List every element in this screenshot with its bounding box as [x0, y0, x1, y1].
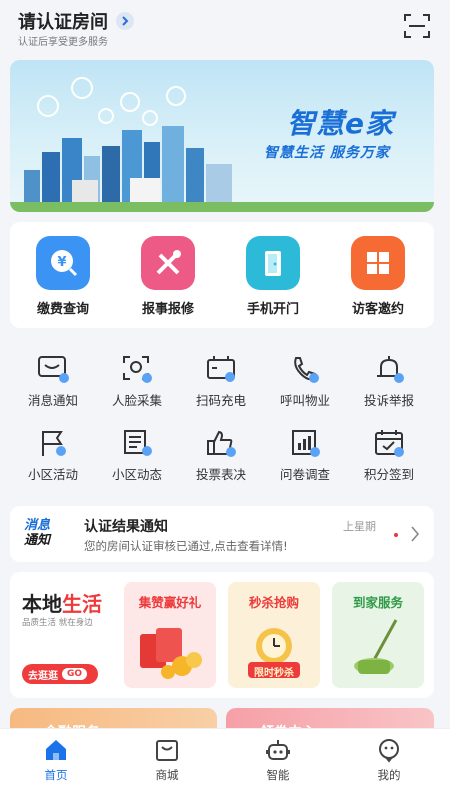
- message-icon: [37, 354, 69, 384]
- local-life-subtitle: 品质生活 就在身边: [22, 618, 93, 628]
- bell-icon: [373, 354, 405, 384]
- notice-text: 您的房间认证审核已通过,点击查看详情!: [84, 539, 288, 553]
- tab-mine[interactable]: 我的: [349, 737, 429, 783]
- chevron-right-icon: [410, 526, 420, 542]
- notice-time: 上星期: [343, 520, 376, 533]
- browse-button[interactable]: 去逛逛 GO: [22, 664, 98, 684]
- service-label: 呼叫物业: [279, 393, 330, 408]
- shop-icon: [154, 737, 180, 763]
- service-activity[interactable]: 小区活动: [10, 428, 96, 483]
- flag-icon: [37, 428, 69, 458]
- notice-logo-line1: 消息: [24, 518, 51, 533]
- quick-action-payment[interactable]: ¥ 缴费查询: [18, 236, 108, 317]
- profile-icon: [376, 737, 402, 763]
- service-complaint[interactable]: 投诉举报: [346, 354, 432, 409]
- service-checkin[interactable]: 积分签到: [346, 428, 432, 483]
- quick-action-repair[interactable]: 报事报修: [123, 236, 213, 317]
- flash-sale-badge: 限时秒杀: [254, 668, 294, 679]
- chart-doc-icon: [289, 428, 321, 458]
- local-life-title-part2: 生活: [62, 592, 102, 616]
- tab-smart[interactable]: 智能: [238, 737, 318, 783]
- service-label: 投诉举报: [363, 393, 414, 408]
- red-envelope-coins-illustration: [140, 628, 202, 679]
- service-call[interactable]: 呼叫物业: [262, 354, 348, 409]
- quick-action-door[interactable]: 手机开门: [228, 236, 318, 317]
- service-charging[interactable]: 扫码充电: [178, 354, 264, 409]
- battery-icon: [205, 354, 237, 384]
- local-life-title: 本地生活: [22, 588, 102, 617]
- service-label: 问卷调查: [279, 467, 330, 482]
- go-badge: GO: [62, 668, 88, 680]
- payment-query-icon: ¥: [36, 236, 90, 290]
- banner-subtitle: 智慧生活 服务万家: [264, 145, 390, 161]
- bottom-tab-bar: 首页 商城 智能 我的: [0, 728, 450, 800]
- home-icon: [43, 737, 69, 763]
- tile-like-gift[interactable]: 集赞赢好礼: [124, 582, 216, 688]
- tile-flash-sale[interactable]: 秒杀抢购 限时秒杀: [228, 582, 320, 688]
- calendar-check-icon: [373, 428, 405, 458]
- page-title: 请认证房间: [18, 12, 108, 33]
- scan-qr-icon[interactable]: [404, 14, 430, 38]
- service-news[interactable]: 小区动态: [94, 428, 180, 483]
- room-auth-link[interactable]: 请认证房间: [18, 8, 134, 34]
- service-label: 人脸采集: [111, 393, 162, 408]
- service-survey[interactable]: 问卷调查: [262, 428, 348, 483]
- tab-home[interactable]: 首页: [16, 737, 96, 783]
- service-label: 积分签到: [363, 467, 414, 482]
- thumbs-up-icon: [205, 428, 237, 458]
- service-label: 小区动态: [111, 467, 162, 482]
- tile-home-service[interactable]: 到家服务: [332, 582, 424, 688]
- header-subtitle: 认证后享受更多服务: [18, 37, 108, 48]
- door-open-icon: [246, 236, 300, 290]
- news-icon: [121, 428, 153, 458]
- local-life-card: 本地生活 品质生活 就在身边 去逛逛 GO 集赞赢好礼 秒杀抢购 限时秒杀 到家…: [10, 572, 434, 698]
- tab-label: 我的: [377, 768, 401, 782]
- unread-dot: [394, 533, 398, 537]
- quick-action-label: 访客邀约: [351, 302, 404, 317]
- mop-bucket-illustration: [354, 619, 398, 674]
- services-grid: 消息通知 人脸采集 扫码充电 呼叫物业 投诉举报 小区活动 小区动态 投票表决 …: [10, 350, 440, 500]
- notice-title: 认证结果通知: [84, 519, 168, 535]
- quick-action-visitor[interactable]: 访客邀约: [333, 236, 423, 317]
- repair-tools-icon: [141, 236, 195, 290]
- tab-shop[interactable]: 商城: [127, 737, 207, 783]
- service-message[interactable]: 消息通知: [10, 354, 96, 409]
- notice-logo-line2: 通知: [24, 533, 51, 548]
- service-label: 扫码充电: [195, 393, 246, 408]
- service-label: 消息通知: [27, 393, 78, 408]
- promo-banner[interactable]: 智慧e家 智慧生活 服务万家: [10, 60, 434, 212]
- notice-logo: 消息 通知: [24, 518, 64, 548]
- face-scan-icon: [121, 354, 153, 384]
- service-face[interactable]: 人脸采集: [94, 354, 180, 409]
- phone-call-icon: [289, 354, 321, 384]
- robot-icon: [265, 737, 291, 763]
- header: 请认证房间 认证后享受更多服务: [0, 0, 450, 58]
- notification-bar[interactable]: 消息 通知 认证结果通知 您的房间认证审核已通过,点击查看详情! 上星期: [10, 506, 434, 562]
- quick-action-label: 缴费查询: [36, 302, 89, 317]
- service-label: 投票表决: [195, 467, 246, 482]
- quick-actions-card: ¥ 缴费查询 报事报修 手机开门 访客邀约: [10, 222, 434, 328]
- tab-label: 首页: [44, 768, 68, 782]
- quick-action-label: 手机开门: [246, 302, 299, 317]
- quick-action-label: 报事报修: [141, 302, 194, 317]
- local-life-title-part1: 本地: [22, 592, 62, 616]
- banner-title: 智慧e家: [287, 107, 394, 140]
- svg-text:¥: ¥: [57, 255, 66, 270]
- tab-label: 商城: [155, 768, 179, 782]
- banner-ground: [10, 202, 434, 212]
- browse-button-label: 去逛逛: [28, 670, 58, 682]
- chevron-right-icon: [116, 12, 134, 30]
- visitor-grid-icon: [351, 236, 405, 290]
- tab-label: 智能: [266, 768, 290, 782]
- service-label: 小区活动: [27, 467, 78, 482]
- service-vote[interactable]: 投票表决: [178, 428, 264, 483]
